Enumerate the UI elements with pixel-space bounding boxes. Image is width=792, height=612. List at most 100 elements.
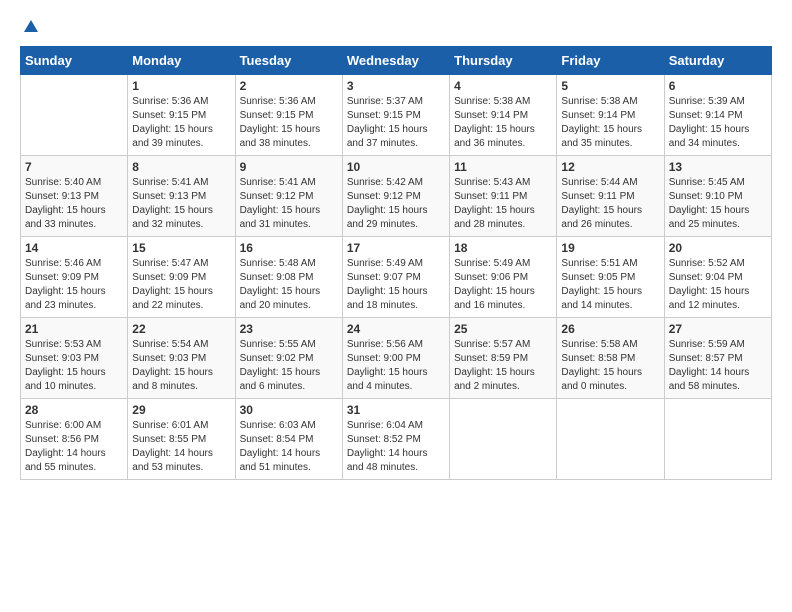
day-info: Sunrise: 5:36 AMSunset: 9:15 PMDaylight:… bbox=[240, 96, 321, 149]
table-cell: 6 Sunrise: 5:39 AMSunset: 9:14 PMDayligh… bbox=[664, 75, 771, 156]
day-info: Sunrise: 5:49 AMSunset: 9:06 PMDaylight:… bbox=[454, 258, 535, 311]
header-thursday: Thursday bbox=[450, 47, 557, 75]
table-cell: 29 Sunrise: 6:01 AMSunset: 8:55 PMDaylig… bbox=[128, 399, 235, 480]
header-saturday: Saturday bbox=[664, 47, 771, 75]
day-number: 26 bbox=[561, 322, 659, 336]
day-number: 5 bbox=[561, 79, 659, 93]
table-cell: 13 Sunrise: 5:45 AMSunset: 9:10 PMDaylig… bbox=[664, 156, 771, 237]
day-info: Sunrise: 5:57 AMSunset: 8:59 PMDaylight:… bbox=[454, 339, 535, 392]
header-tuesday: Tuesday bbox=[235, 47, 342, 75]
day-info: Sunrise: 5:37 AMSunset: 9:15 PMDaylight:… bbox=[347, 96, 428, 149]
day-number: 2 bbox=[240, 79, 338, 93]
table-cell: 21 Sunrise: 5:53 AMSunset: 9:03 PMDaylig… bbox=[21, 318, 128, 399]
day-number: 30 bbox=[240, 403, 338, 417]
day-number: 3 bbox=[347, 79, 445, 93]
table-cell bbox=[450, 399, 557, 480]
header-friday: Friday bbox=[557, 47, 664, 75]
day-number: 7 bbox=[25, 160, 123, 174]
day-info: Sunrise: 5:40 AMSunset: 9:13 PMDaylight:… bbox=[25, 177, 106, 230]
table-cell: 22 Sunrise: 5:54 AMSunset: 9:03 PMDaylig… bbox=[128, 318, 235, 399]
header-wednesday: Wednesday bbox=[342, 47, 449, 75]
day-number: 13 bbox=[669, 160, 767, 174]
table-cell: 27 Sunrise: 5:59 AMSunset: 8:57 PMDaylig… bbox=[664, 318, 771, 399]
table-cell: 3 Sunrise: 5:37 AMSunset: 9:15 PMDayligh… bbox=[342, 75, 449, 156]
table-cell: 30 Sunrise: 6:03 AMSunset: 8:54 PMDaylig… bbox=[235, 399, 342, 480]
day-info: Sunrise: 5:43 AMSunset: 9:11 PMDaylight:… bbox=[454, 177, 535, 230]
day-number: 17 bbox=[347, 241, 445, 255]
day-info: Sunrise: 6:03 AMSunset: 8:54 PMDaylight:… bbox=[240, 420, 321, 473]
table-cell bbox=[21, 75, 128, 156]
day-number: 10 bbox=[347, 160, 445, 174]
table-cell: 19 Sunrise: 5:51 AMSunset: 9:05 PMDaylig… bbox=[557, 237, 664, 318]
day-info: Sunrise: 5:48 AMSunset: 9:08 PMDaylight:… bbox=[240, 258, 321, 311]
table-cell: 1 Sunrise: 5:36 AMSunset: 9:15 PMDayligh… bbox=[128, 75, 235, 156]
calendar-table: SundayMondayTuesdayWednesdayThursdayFrid… bbox=[20, 46, 772, 480]
day-number: 8 bbox=[132, 160, 230, 174]
table-cell bbox=[557, 399, 664, 480]
table-cell: 14 Sunrise: 5:46 AMSunset: 9:09 PMDaylig… bbox=[21, 237, 128, 318]
table-cell: 10 Sunrise: 5:42 AMSunset: 9:12 PMDaylig… bbox=[342, 156, 449, 237]
day-number: 22 bbox=[132, 322, 230, 336]
header-monday: Monday bbox=[128, 47, 235, 75]
header-sunday: Sunday bbox=[21, 47, 128, 75]
day-info: Sunrise: 5:39 AMSunset: 9:14 PMDaylight:… bbox=[669, 96, 750, 149]
table-cell: 18 Sunrise: 5:49 AMSunset: 9:06 PMDaylig… bbox=[450, 237, 557, 318]
day-number: 23 bbox=[240, 322, 338, 336]
day-info: Sunrise: 5:38 AMSunset: 9:14 PMDaylight:… bbox=[454, 96, 535, 149]
table-cell: 11 Sunrise: 5:43 AMSunset: 9:11 PMDaylig… bbox=[450, 156, 557, 237]
day-info: Sunrise: 5:53 AMSunset: 9:03 PMDaylight:… bbox=[25, 339, 106, 392]
day-number: 1 bbox=[132, 79, 230, 93]
day-number: 16 bbox=[240, 241, 338, 255]
day-info: Sunrise: 5:59 AMSunset: 8:57 PMDaylight:… bbox=[669, 339, 750, 392]
day-info: Sunrise: 5:52 AMSunset: 9:04 PMDaylight:… bbox=[669, 258, 750, 311]
logo bbox=[20, 20, 40, 36]
day-number: 25 bbox=[454, 322, 552, 336]
table-cell: 12 Sunrise: 5:44 AMSunset: 9:11 PMDaylig… bbox=[557, 156, 664, 237]
day-number: 18 bbox=[454, 241, 552, 255]
day-info: Sunrise: 5:38 AMSunset: 9:14 PMDaylight:… bbox=[561, 96, 642, 149]
day-info: Sunrise: 6:01 AMSunset: 8:55 PMDaylight:… bbox=[132, 420, 213, 473]
day-number: 21 bbox=[25, 322, 123, 336]
table-cell: 4 Sunrise: 5:38 AMSunset: 9:14 PMDayligh… bbox=[450, 75, 557, 156]
table-cell: 15 Sunrise: 5:47 AMSunset: 9:09 PMDaylig… bbox=[128, 237, 235, 318]
day-info: Sunrise: 5:54 AMSunset: 9:03 PMDaylight:… bbox=[132, 339, 213, 392]
table-cell: 25 Sunrise: 5:57 AMSunset: 8:59 PMDaylig… bbox=[450, 318, 557, 399]
day-number: 11 bbox=[454, 160, 552, 174]
day-info: Sunrise: 6:00 AMSunset: 8:56 PMDaylight:… bbox=[25, 420, 106, 473]
day-info: Sunrise: 5:58 AMSunset: 8:58 PMDaylight:… bbox=[561, 339, 642, 392]
day-info: Sunrise: 5:44 AMSunset: 9:11 PMDaylight:… bbox=[561, 177, 642, 230]
day-info: Sunrise: 5:36 AMSunset: 9:15 PMDaylight:… bbox=[132, 96, 213, 149]
table-cell bbox=[664, 399, 771, 480]
table-cell: 28 Sunrise: 6:00 AMSunset: 8:56 PMDaylig… bbox=[21, 399, 128, 480]
day-number: 20 bbox=[669, 241, 767, 255]
day-number: 24 bbox=[347, 322, 445, 336]
day-number: 19 bbox=[561, 241, 659, 255]
day-number: 14 bbox=[25, 241, 123, 255]
day-number: 28 bbox=[25, 403, 123, 417]
day-number: 9 bbox=[240, 160, 338, 174]
day-number: 29 bbox=[132, 403, 230, 417]
header bbox=[20, 20, 772, 36]
table-cell: 2 Sunrise: 5:36 AMSunset: 9:15 PMDayligh… bbox=[235, 75, 342, 156]
day-info: Sunrise: 5:46 AMSunset: 9:09 PMDaylight:… bbox=[25, 258, 106, 311]
day-number: 12 bbox=[561, 160, 659, 174]
table-cell: 17 Sunrise: 5:49 AMSunset: 9:07 PMDaylig… bbox=[342, 237, 449, 318]
table-cell: 5 Sunrise: 5:38 AMSunset: 9:14 PMDayligh… bbox=[557, 75, 664, 156]
table-cell: 23 Sunrise: 5:55 AMSunset: 9:02 PMDaylig… bbox=[235, 318, 342, 399]
table-cell: 24 Sunrise: 5:56 AMSunset: 9:00 PMDaylig… bbox=[342, 318, 449, 399]
day-number: 15 bbox=[132, 241, 230, 255]
table-cell: 16 Sunrise: 5:48 AMSunset: 9:08 PMDaylig… bbox=[235, 237, 342, 318]
day-info: Sunrise: 5:45 AMSunset: 9:10 PMDaylight:… bbox=[669, 177, 750, 230]
day-info: Sunrise: 5:47 AMSunset: 9:09 PMDaylight:… bbox=[132, 258, 213, 311]
table-cell: 31 Sunrise: 6:04 AMSunset: 8:52 PMDaylig… bbox=[342, 399, 449, 480]
day-info: Sunrise: 5:41 AMSunset: 9:13 PMDaylight:… bbox=[132, 177, 213, 230]
table-cell: 8 Sunrise: 5:41 AMSunset: 9:13 PMDayligh… bbox=[128, 156, 235, 237]
table-cell: 9 Sunrise: 5:41 AMSunset: 9:12 PMDayligh… bbox=[235, 156, 342, 237]
day-number: 6 bbox=[669, 79, 767, 93]
table-cell: 20 Sunrise: 5:52 AMSunset: 9:04 PMDaylig… bbox=[664, 237, 771, 318]
table-cell: 7 Sunrise: 5:40 AMSunset: 9:13 PMDayligh… bbox=[21, 156, 128, 237]
day-info: Sunrise: 5:41 AMSunset: 9:12 PMDaylight:… bbox=[240, 177, 321, 230]
day-info: Sunrise: 5:51 AMSunset: 9:05 PMDaylight:… bbox=[561, 258, 642, 311]
day-number: 31 bbox=[347, 403, 445, 417]
day-info: Sunrise: 5:49 AMSunset: 9:07 PMDaylight:… bbox=[347, 258, 428, 311]
